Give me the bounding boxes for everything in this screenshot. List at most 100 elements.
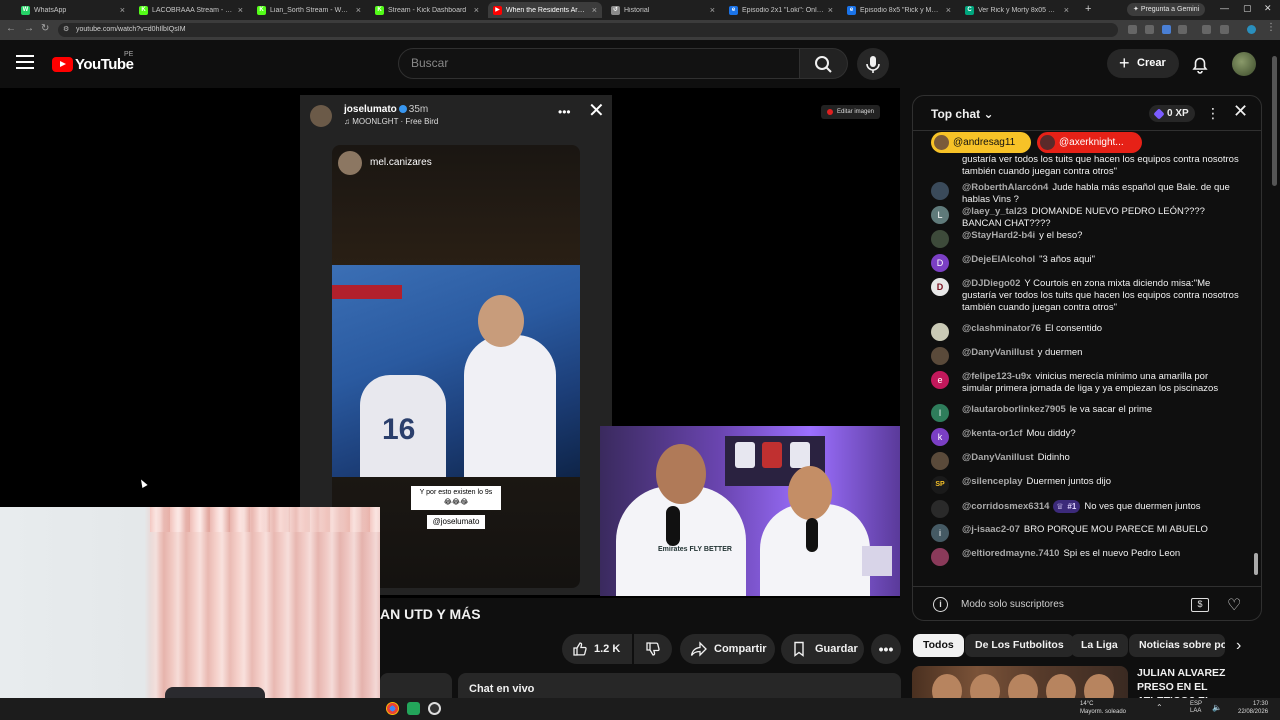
chat-author[interactable]: @kenta-or1cf xyxy=(962,428,1022,439)
tab-close-icon[interactable]: × xyxy=(120,5,125,15)
browser-tab[interactable]: K LACOBRAAA Stream - Watch Li × xyxy=(134,2,248,18)
chat-author[interactable]: @DJDiego02 xyxy=(962,278,1020,289)
youtube-logo[interactable]: YouTube PE xyxy=(52,51,134,73)
clock[interactable]: 17:30 22/08/2026 xyxy=(1238,700,1268,716)
weather-widget[interactable]: 14°C Mayorm. soleado xyxy=(1080,700,1126,716)
app-icon[interactable] xyxy=(407,702,420,715)
chat-message[interactable]: @eltioredmayne.7410 Spi es el nuevo Pedro… xyxy=(931,548,1241,566)
cast-icon[interactable] xyxy=(1162,25,1171,34)
chevron-right-icon[interactable]: › xyxy=(1236,637,1241,655)
chat-avatar[interactable]: l xyxy=(931,404,949,422)
chat-message[interactable]: L @laey_y_tal23 DIOMANDE NUEVO PEDRO LEÓN?… xyxy=(931,206,1241,230)
chat-message[interactable]: @StayHard2-b4i y el beso? xyxy=(931,230,1241,248)
chat-avatar[interactable] xyxy=(931,548,949,566)
browser-tab[interactable]: ↺ Historial × xyxy=(606,2,720,18)
chat-avatar[interactable] xyxy=(931,500,949,518)
bookmark-star-icon[interactable] xyxy=(1178,25,1187,34)
browser-tab[interactable]: W WhatsApp × xyxy=(16,2,130,18)
tab-close-icon[interactable]: × xyxy=(474,5,479,15)
extensions-icon[interactable] xyxy=(1202,25,1211,34)
chat-avatar[interactable]: D xyxy=(931,278,949,296)
super-chat-icon[interactable]: $ xyxy=(1191,598,1209,612)
system-tray-icons[interactable]: ⌃ xyxy=(1156,703,1163,712)
reload-icon[interactable]: ↻ xyxy=(41,23,49,34)
more-actions-button[interactable]: ••• xyxy=(871,634,901,664)
forward-icon[interactable]: → xyxy=(24,23,34,34)
chat-avatar[interactable]: k xyxy=(931,428,949,446)
voice-search-button[interactable] xyxy=(857,48,889,80)
chat-author[interactable]: @StayHard2-b4i xyxy=(962,230,1035,241)
like-button[interactable]: 1.2 K xyxy=(562,634,632,664)
tab-close-icon[interactable]: × xyxy=(946,5,951,15)
close-window-icon[interactable]: ✕ xyxy=(1264,3,1272,14)
site-info-icon[interactable]: ⚙ xyxy=(63,23,69,37)
chrome-icon[interactable] xyxy=(386,702,399,715)
chat-message[interactable]: gustaría ver todos los tuits que hacen l… xyxy=(931,154,1241,178)
tab-close-icon[interactable]: × xyxy=(1064,5,1069,15)
pinned-donor-1[interactable]: @andresag11 xyxy=(931,132,1031,153)
chat-message[interactable]: @DanyVanillust Didinho xyxy=(931,452,1241,470)
chat-avatar[interactable] xyxy=(931,230,949,248)
tab-close-icon[interactable]: × xyxy=(356,5,361,15)
chip-noticias[interactable]: Noticias sobre po xyxy=(1129,634,1225,657)
chat-author[interactable]: @silenceplay xyxy=(962,476,1023,487)
chat-author[interactable]: @clashminator76 xyxy=(962,323,1041,334)
chat-author[interactable]: @DejeElAlcohol xyxy=(962,254,1035,265)
zoom-icon[interactable] xyxy=(1145,25,1154,34)
browser-tab[interactable]: K Stream - Kick Dashboard × xyxy=(370,2,484,18)
browser-tab[interactable]: K Lian_Sorth Stream - Watch Liv × xyxy=(252,2,366,18)
chat-message[interactable]: @corridosmex6314 #1No ves que duermen jun… xyxy=(931,500,1241,518)
search-input[interactable]: Buscar xyxy=(398,48,800,79)
tab-close-icon[interactable]: × xyxy=(710,5,715,15)
chat-author[interactable]: @eltioredmayne.7410 xyxy=(962,548,1059,559)
chat-author[interactable]: @DanyVanillust xyxy=(962,452,1034,463)
chat-avatar[interactable] xyxy=(931,347,949,365)
back-icon[interactable]: ← xyxy=(6,23,16,34)
obs-icon[interactable] xyxy=(428,702,441,715)
chat-author[interactable]: @lautaroborlinkez7905 xyxy=(962,404,1066,415)
chat-avatar[interactable]: L xyxy=(931,206,949,224)
chat-message[interactable]: i @j-isaac2-07 BRO PORQUE MOU PARECE MI AB… xyxy=(931,524,1241,542)
chat-author[interactable]: @corridosmex6314 xyxy=(962,501,1049,512)
heart-icon[interactable]: ♡ xyxy=(1227,595,1241,615)
browser-menu-icon[interactable]: ⋮ xyxy=(1266,22,1276,33)
notifications-bell-icon[interactable] xyxy=(1189,53,1211,75)
chat-author[interactable]: @DanyVanillust xyxy=(962,347,1034,358)
account-avatar[interactable] xyxy=(1232,52,1256,76)
language-indicator[interactable]: ESP LAA xyxy=(1190,701,1202,715)
volume-icon[interactable]: 🔈 xyxy=(1212,703,1222,712)
gemini-button[interactable]: ✦ Pregunta a Gemini xyxy=(1127,3,1206,16)
chat-message[interactable]: D @DJDiego02 Y Courtois en zona mixta dici… xyxy=(931,278,1241,314)
translate-icon[interactable] xyxy=(1128,25,1137,34)
pinned-donor-2[interactable]: @axerknight... xyxy=(1037,132,1142,153)
chat-message[interactable]: @clashminator76 El consentido xyxy=(931,323,1241,341)
create-button[interactable]: + Crear xyxy=(1107,49,1179,78)
top-chat-dropdown[interactable]: Top chat ⌄ xyxy=(931,107,994,121)
page-scrollbar[interactable] xyxy=(1272,48,1278,698)
browser-tab[interactable]: e Episodio 2x1 "Loki": Online HD × xyxy=(724,2,838,18)
new-tab-button[interactable]: + xyxy=(1085,3,1091,15)
info-icon[interactable]: i xyxy=(933,597,948,612)
chat-avatar[interactable]: i xyxy=(931,524,949,542)
chat-close-icon[interactable]: ✕ xyxy=(1233,102,1248,120)
share-button[interactable]: Compartir xyxy=(680,634,775,664)
url-field[interactable]: ⚙ youtube.com/watch?v=d0hIlbIQsIM xyxy=(58,23,1118,37)
tab-close-icon[interactable]: × xyxy=(828,5,833,15)
chat-author[interactable]: @felipe123-u9x xyxy=(962,371,1031,382)
chat-message[interactable]: e @felipe123-u9x vinicius merecía mínimo u… xyxy=(931,371,1241,395)
xp-badge[interactable]: 0 XP xyxy=(1149,105,1195,122)
chip-la-liga[interactable]: La Liga xyxy=(1071,634,1128,657)
search-button[interactable] xyxy=(800,48,848,79)
chat-message[interactable]: @RoberthAlarcón4 Jude habla más español q… xyxy=(931,182,1241,206)
chat-message[interactable]: k @kenta-or1cf Mou diddy? xyxy=(931,428,1241,446)
chat-avatar[interactable] xyxy=(931,182,949,200)
chat-author[interactable]: @RoberthAlarcón4 xyxy=(962,182,1048,193)
save-button[interactable]: Guardar xyxy=(781,634,864,664)
chat-message[interactable]: l @lautaroborlinkez7905 le va sacar el pri… xyxy=(931,404,1241,422)
chat-author[interactable]: @j-isaac2-07 xyxy=(962,524,1020,535)
chat-menu-icon[interactable]: ⋮ xyxy=(1206,105,1220,122)
browser-tab[interactable]: ▶ When the Residents Aren't × xyxy=(488,2,602,18)
chat-message[interactable]: D @DejeElAlcohol "3 años aqui" xyxy=(931,254,1241,272)
chat-message[interactable]: @DanyVanillust y duermen xyxy=(931,347,1241,365)
sidebar-icon[interactable] xyxy=(1220,25,1229,34)
